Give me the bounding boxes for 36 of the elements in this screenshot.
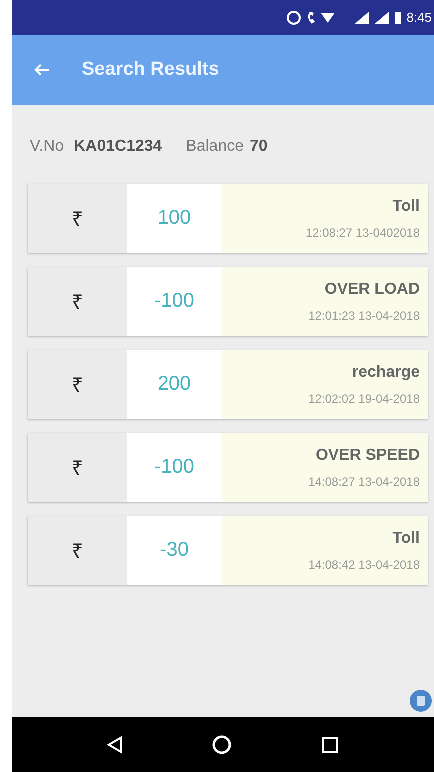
back-nav-icon[interactable] [106, 736, 123, 754]
vehicle-label: V.No [30, 138, 64, 156]
battery-icon [394, 12, 401, 24]
document-fab-icon[interactable] [410, 690, 432, 712]
currency-cell: ₹ [28, 267, 127, 336]
screen-title: Search Results [82, 59, 220, 81]
phone-icon [306, 12, 315, 24]
wifi-icon [320, 12, 335, 22]
signal-icon [354, 12, 369, 24]
amount-cell: -100 [127, 267, 222, 336]
transaction-type: Toll [392, 198, 420, 216]
transaction-type: OVER LOAD [324, 280, 420, 298]
transaction-time: 12:08:27 13-0402018 [306, 226, 420, 240]
transaction-type: Toll [392, 530, 420, 548]
transaction-time: 14:08:27 13-04-2018 [308, 474, 420, 488]
back-icon[interactable] [34, 63, 50, 77]
signal-icon [374, 12, 389, 24]
amount-cell: -100 [127, 433, 222, 502]
transaction-type: recharge [352, 364, 420, 382]
transaction-time: 14:08:42 13-04-2018 [308, 558, 420, 572]
currency-cell: ₹ [28, 516, 127, 585]
amount-cell: 100 [127, 184, 222, 253]
transaction-time: 12:01:23 13-04-2018 [308, 308, 420, 322]
currency-cell: ₹ [28, 433, 127, 502]
currency-cell: ₹ [28, 350, 127, 419]
vehicle-number: KA01C1234 [74, 138, 162, 156]
currency-cell: ₹ [28, 184, 127, 253]
balance-label: Balance [186, 138, 244, 156]
recents-nav-icon[interactable] [321, 736, 340, 754]
home-nav-icon[interactable] [212, 734, 232, 754]
amount-cell: -30 [127, 516, 222, 585]
status-time: 8:45 [406, 10, 432, 25]
balance-value: 70 [250, 138, 268, 156]
transaction-time: 12:02:02 19-04-2018 [308, 392, 420, 406]
amount-cell: 200 [127, 350, 222, 419]
transaction-type: OVER SPEED [316, 446, 420, 464]
